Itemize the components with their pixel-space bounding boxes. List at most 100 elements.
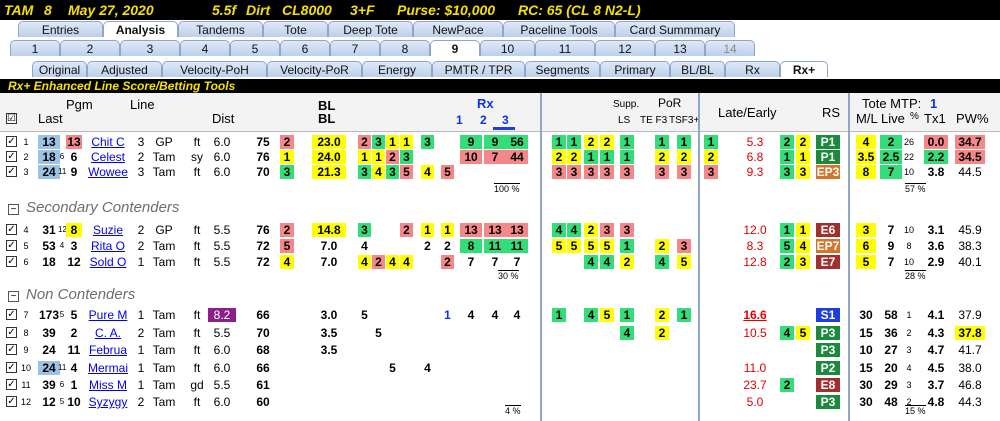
factor-cell: 11 <box>506 239 528 253</box>
factor-cell <box>506 165 528 179</box>
row-checkbox[interactable]: ✓ <box>6 396 17 407</box>
last-days: 173 <box>38 308 60 322</box>
line-position: 2 <box>137 239 145 253</box>
factor-cell: 4 <box>358 255 371 269</box>
tab-race-11[interactable]: 11 <box>535 40 595 56</box>
track: Tam <box>152 255 176 269</box>
factor-cell <box>386 308 399 322</box>
row-checkbox[interactable]: ✓ <box>6 362 17 373</box>
live-pct: 3 <box>906 380 912 390</box>
tab-race-12[interactable]: 12 <box>595 40 655 56</box>
collapse-secondary-button[interactable]: − <box>8 204 19 215</box>
line-position: 1 <box>137 308 145 322</box>
select-all-checkbox[interactable]: ☑ <box>6 113 17 124</box>
tab-race-2[interactable]: 2 <box>60 40 120 56</box>
tab-energy[interactable]: Energy <box>362 61 432 77</box>
tab-race-8[interactable]: 8 <box>380 40 430 56</box>
tab-pmtr-tpr[interactable]: PMTR / TPR <box>432 61 525 77</box>
horse-name-link[interactable]: Mermai <box>88 361 128 375</box>
tab-segments[interactable]: Segments <box>525 61 600 77</box>
hdr-dist: Dist <box>212 111 235 126</box>
row-checkbox[interactable]: ✓ <box>6 151 17 162</box>
tab-original[interactable]: Original <box>32 61 87 77</box>
row-checkbox[interactable]: ✓ <box>6 166 17 177</box>
tab-race-7[interactable]: 7 <box>330 40 380 56</box>
horse-name-link[interactable]: Rita O <box>88 239 128 253</box>
pace-cell: 4 <box>620 326 634 340</box>
row-checkbox[interactable]: ✓ <box>6 240 17 251</box>
pace-cell <box>677 395 691 409</box>
tab-rx-plus[interactable]: Rx+ <box>780 61 828 77</box>
tab-newpace[interactable]: NewPace <box>413 21 503 37</box>
row-checkbox[interactable]: ✓ <box>6 256 17 267</box>
row-checkbox[interactable]: ✓ <box>6 136 17 147</box>
pace-cell <box>655 361 669 375</box>
horse-name-link[interactable]: Miss M <box>88 378 128 392</box>
pw-pct: 44.3 <box>958 395 982 409</box>
tab-entries[interactable]: Entries <box>18 21 103 37</box>
horse-name-link[interactable]: Wowee <box>88 165 128 179</box>
tab-velocity-poh[interactable]: Velocity-PoH <box>162 61 267 77</box>
tab-race-5[interactable]: 5 <box>230 40 280 56</box>
tx1: 3.8 <box>927 165 945 179</box>
tab-primary[interactable]: Primary <box>600 61 670 77</box>
horse-name-link[interactable]: Pure M <box>88 308 128 322</box>
pw-pct: 41.7 <box>958 343 982 357</box>
tab-race-6[interactable]: 6 <box>280 40 330 56</box>
factor-cell: 2 <box>372 255 385 269</box>
horse-name-link[interactable]: Chit C <box>88 135 128 149</box>
distance: 6.0 <box>213 343 231 357</box>
pw-pct: 38.3 <box>958 239 982 253</box>
tab-race-14[interactable]: 14 <box>705 40 755 56</box>
tab-rx[interactable]: Rx <box>725 61 780 77</box>
horse-name-link[interactable]: Syzygy <box>88 395 128 409</box>
tab-analysis[interactable]: Analysis <box>103 21 178 37</box>
collapse-non-contenders-button[interactable]: − <box>8 291 19 302</box>
horse-name-link[interactable]: C. A. <box>88 326 128 340</box>
row-checkbox[interactable]: ✓ <box>6 344 17 355</box>
te-rank <box>280 343 294 357</box>
tab-card-summary[interactable]: Card Summmary <box>615 21 735 37</box>
row-checkbox[interactable]: ✓ <box>6 379 17 390</box>
surface: gd <box>190 378 204 392</box>
rx-banner-text: Rx+ Enhanced Line Score/Betting Tools <box>8 79 236 93</box>
program-number: 10 <box>67 395 81 409</box>
morning-line: 8 <box>856 165 876 179</box>
hdr-tote-mtp: Tote MTP: <box>862 96 922 111</box>
pace-cell: 3 <box>584 165 598 179</box>
pace-cell <box>552 378 566 392</box>
row-checkbox[interactable]: ✓ <box>6 224 17 235</box>
horse-name-link[interactable]: Sold O <box>88 255 128 269</box>
tab-race-1[interactable]: 1 <box>10 40 60 56</box>
footnote-rx-contenders: 100 % <box>494 183 520 194</box>
tab-deep-tote[interactable]: Deep Tote <box>328 21 413 37</box>
tab-race-10[interactable]: 10 <box>480 40 535 56</box>
pace-cell <box>704 255 718 269</box>
pace-cell: 2 <box>567 150 581 164</box>
pace-cell: 3 <box>677 165 691 179</box>
tab-race-4[interactable]: 4 <box>180 40 230 56</box>
te-rank <box>280 378 294 392</box>
pace-cell <box>552 395 566 409</box>
tab-paceline-tools[interactable]: Paceline Tools <box>503 21 615 37</box>
tab-velocity-por[interactable]: Velocity-PoR <box>267 61 362 77</box>
track: GP <box>155 223 173 237</box>
line-position: 1 <box>137 378 145 392</box>
bl-score: 7.0 <box>320 255 338 269</box>
factor-cell: 2 <box>386 150 399 164</box>
line-position: 1 <box>137 255 145 269</box>
tab-race-13[interactable]: 13 <box>655 40 705 56</box>
row-checkbox[interactable]: ✓ <box>6 327 17 338</box>
horse-name-link[interactable]: Februa <box>88 343 128 357</box>
factor-cell: 7 <box>484 150 506 164</box>
tab-tandems[interactable]: Tandems <box>178 21 263 37</box>
tab-race-3[interactable]: 3 <box>120 40 180 56</box>
horse-name-link[interactable]: Suzie <box>88 223 128 237</box>
tab-adjusted[interactable]: Adjusted <box>87 61 162 77</box>
tab-bl-bl[interactable]: BL/BL <box>670 61 725 77</box>
horse-name-link[interactable]: Celest <box>88 150 128 164</box>
tab-tote[interactable]: Tote <box>263 21 328 37</box>
tab-race-9[interactable]: 9 <box>430 40 480 56</box>
row-checkbox[interactable]: ✓ <box>6 309 17 320</box>
analysis-grid: ☑ Last Pgm Line Dist BL BL Rx 1 2 3 Supp.… <box>0 93 1000 421</box>
